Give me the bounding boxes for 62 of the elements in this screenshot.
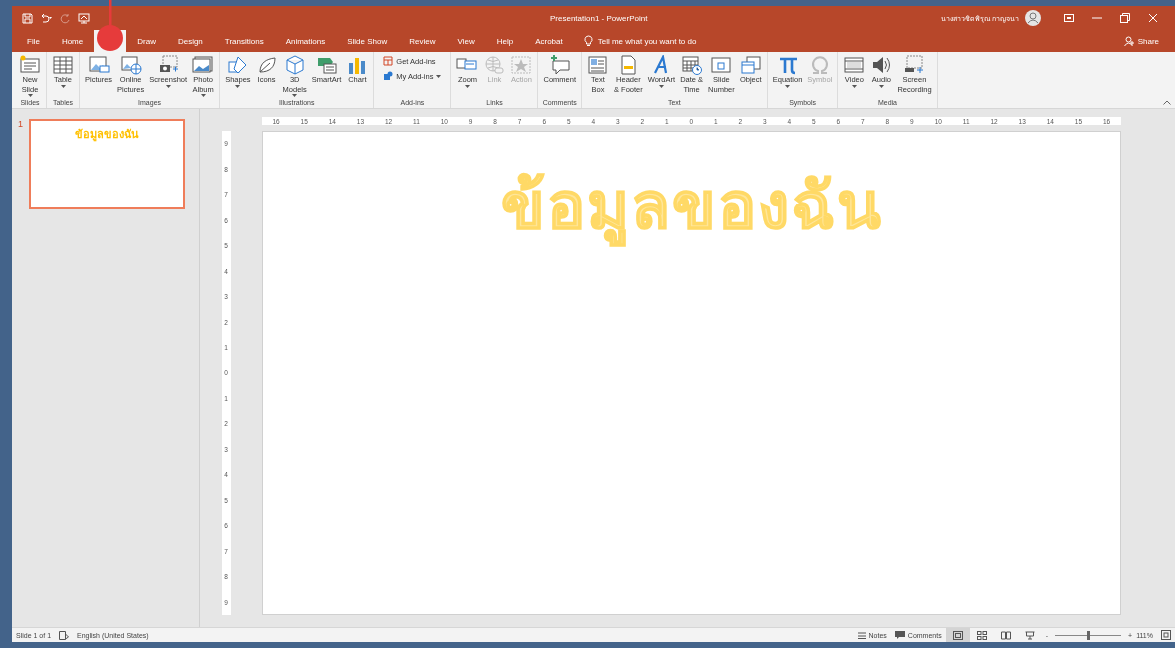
text-box-icon (587, 55, 609, 75)
picture-icon (87, 55, 110, 75)
ribbon-tab[interactable]: Acrobat (524, 30, 574, 52)
ribbon-tab[interactable]: Transitions (213, 30, 275, 52)
quick-access-button[interactable] (77, 11, 91, 25)
ribbon-tab[interactable]: Animations (274, 30, 337, 52)
view-button[interactable] (945, 628, 970, 642)
quick-access-button[interactable] (39, 11, 53, 25)
quick-access-button[interactable] (20, 11, 34, 25)
comment-icon (894, 631, 905, 639)
film-icon (843, 55, 866, 75)
add-person-icon (1123, 35, 1135, 47)
speaker-icon (870, 55, 893, 75)
addins-icon (383, 71, 394, 81)
presenter-icon (78, 12, 90, 24)
window-title: Presentation1 - PowerPoint (550, 13, 649, 23)
spell-check-icon (59, 630, 70, 640)
zoom-slider-thumb[interactable] (1087, 630, 1091, 640)
restore-icon (1120, 13, 1130, 23)
collapse-ribbon-icon[interactable] (1163, 100, 1171, 105)
calendar-clock-icon (680, 55, 703, 75)
object-icon (739, 55, 762, 75)
camera-icon (157, 55, 180, 75)
slide-number-icon (710, 55, 733, 75)
normal-view-icon (952, 630, 963, 640)
tell-me-field[interactable]: Tell me what you want to do (597, 36, 697, 46)
ribbon-tab[interactable]: Help (485, 30, 525, 52)
ribbon-display-icon (1064, 14, 1074, 22)
avatar-icon (1025, 10, 1041, 26)
lightbulb-icon (583, 35, 593, 47)
table-icon (52, 55, 74, 75)
ribbon-tab[interactable]: Home (50, 30, 95, 52)
ribbon-tab[interactable]: Draw (126, 30, 167, 52)
pin-marker-overlay (96, 0, 125, 52)
photo-album-icon (192, 55, 215, 75)
save-icon (21, 12, 33, 24)
slide-number: 1 (18, 119, 23, 129)
notes-icon (857, 631, 866, 639)
share-button[interactable]: Share (1117, 30, 1165, 52)
undo-icon (39, 13, 53, 23)
projector-screen-icon (1024, 630, 1035, 640)
ribbon-tab[interactable]: Review (398, 30, 447, 52)
grid-icon (976, 630, 987, 640)
new-slide-icon (19, 55, 41, 75)
ribbon-tab[interactable]: View (446, 30, 486, 52)
redo-icon (59, 12, 71, 24)
screen-recording-icon (903, 55, 926, 75)
thumbnail-title: ข้อมูลของฉัน (75, 127, 139, 143)
cube-icon (283, 55, 306, 75)
ribbon-tab[interactable]: File (16, 30, 51, 52)
ribbon-tab[interactable]: Slide Show (336, 30, 399, 52)
shapes-icon (226, 55, 249, 75)
ribbon-tab[interactable]: Design (166, 30, 214, 52)
smartart-icon (315, 55, 338, 75)
comment-icon (548, 55, 571, 75)
globe-picture-icon (119, 55, 142, 75)
store-icon (383, 56, 394, 66)
globe-link-icon (483, 55, 506, 75)
book-icon (1000, 630, 1011, 640)
fit-to-window-icon[interactable] (1161, 630, 1171, 640)
minimize-icon (1092, 17, 1102, 19)
close-icon (1148, 13, 1158, 23)
